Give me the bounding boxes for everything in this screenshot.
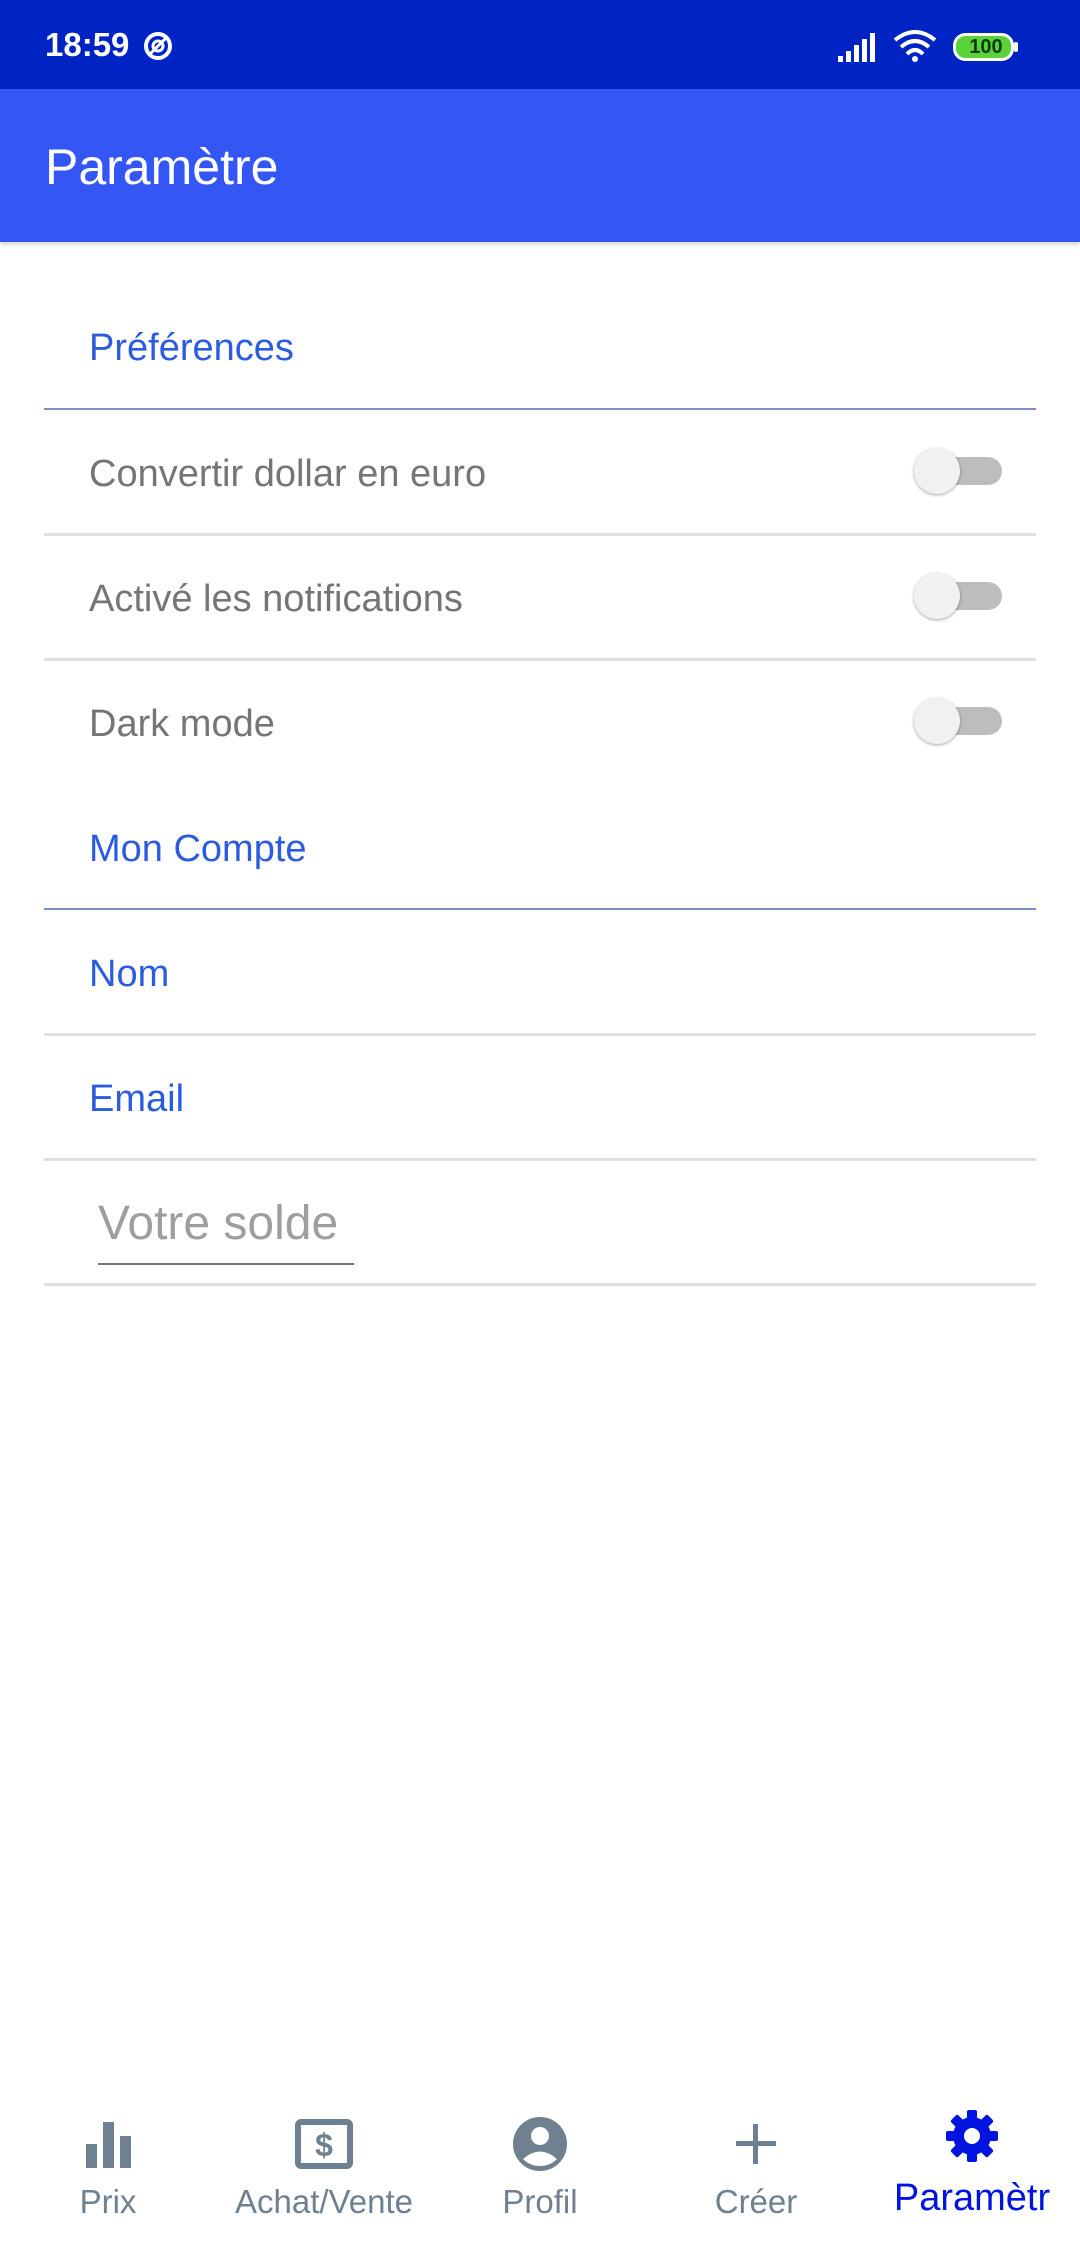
wifi-icon	[893, 30, 937, 62]
switch-thumb	[914, 698, 960, 744]
gear-icon	[946, 2110, 998, 2162]
category-preferences: Préférences	[89, 327, 294, 369]
battery-icon: 100	[953, 33, 1019, 61]
nav-label-achat-vente: Achat/Vente	[235, 2183, 413, 2220]
nav-item-parametre[interactable]: Paramètr	[864, 2090, 1080, 2246]
convert-currency-switch[interactable]	[914, 442, 1004, 498]
bottom-navigation: Prix $ Achat/Vente Profil Créer Paramètr	[0, 2090, 1080, 2246]
account-circle-icon	[513, 2117, 567, 2171]
dollar-bill-icon: $	[295, 2119, 353, 2169]
balance-input[interactable]	[98, 1183, 354, 1265]
nav-label-prix: Prix	[79, 2183, 137, 2220]
account-name-item[interactable]: Nom	[89, 951, 169, 997]
switch-thumb	[914, 573, 960, 619]
pref-label-dark-mode: Dark mode	[89, 703, 275, 745]
divider	[44, 408, 1036, 410]
divider	[44, 1033, 1036, 1036]
nav-item-creer[interactable]: Créer	[648, 2090, 864, 2246]
do-not-disturb-icon	[144, 32, 172, 60]
pref-label-notifications: Activé les notifications	[89, 578, 463, 620]
status-bar: 18:59 100	[0, 0, 1080, 89]
divider	[44, 658, 1036, 661]
bar-chart-icon	[86, 2122, 131, 2168]
nav-label-profil: Profil	[502, 2183, 578, 2220]
page-title: Paramètre	[45, 139, 279, 195]
account-email-item[interactable]: Email	[89, 1076, 184, 1122]
nav-label-parametre: Paramètr	[893, 2178, 1051, 2218]
divider	[44, 1283, 1036, 1286]
dark-mode-switch[interactable]	[914, 692, 1004, 748]
category-account: Mon Compte	[89, 828, 307, 870]
divider	[44, 533, 1036, 536]
nav-item-prix[interactable]: Prix	[0, 2090, 216, 2246]
battery-level: 100	[969, 36, 1003, 58]
svg-text:$: $	[315, 2127, 333, 2163]
nav-label-creer: Créer	[714, 2183, 798, 2220]
signal-icon	[838, 33, 875, 62]
status-time: 18:59	[45, 26, 130, 63]
nav-item-achat-vente[interactable]: $ Achat/Vente	[216, 2090, 432, 2246]
divider	[44, 908, 1036, 910]
divider	[44, 1158, 1036, 1161]
pref-label-convert-currency: Convertir dollar en euro	[89, 453, 487, 495]
plus-icon	[736, 2124, 776, 2164]
nav-item-profil[interactable]: Profil	[432, 2090, 648, 2246]
switch-thumb	[914, 448, 960, 494]
notifications-switch[interactable]	[914, 567, 1004, 623]
app-bar: Paramètre	[0, 89, 1080, 242]
